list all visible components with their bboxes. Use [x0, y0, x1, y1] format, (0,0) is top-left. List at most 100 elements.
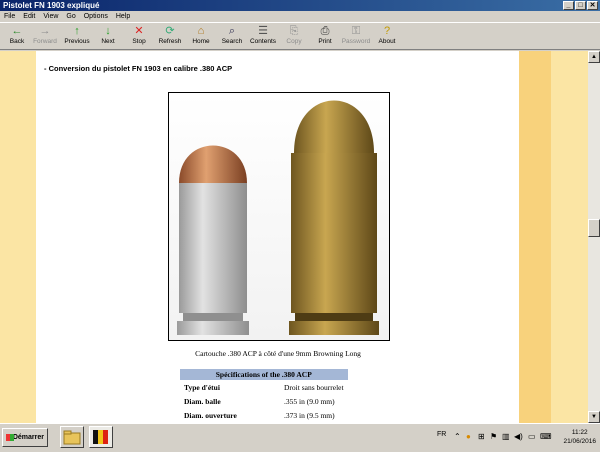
menu-file[interactable]: File	[0, 11, 19, 22]
language-indicator[interactable]: FR	[437, 431, 446, 438]
search-label: Search	[221, 38, 243, 45]
scroll-thumb[interactable]	[588, 219, 600, 237]
window-title: Pistolet FN 1903 expliqué	[3, 1, 100, 10]
spec-table-header: Spécifications of the .380 ACP	[180, 369, 348, 380]
copy-icon: ⎘	[289, 25, 299, 37]
vertical-scrollbar[interactable]: ▲ ▼	[588, 51, 600, 423]
cartridge-photo	[168, 92, 390, 341]
brass-extractor-groove	[295, 313, 373, 321]
toolbar: ← Back → Forward ↑ Previous ↓ Next ✕ Sto…	[0, 22, 600, 50]
copy-button[interactable]: ⎘ Copy	[277, 24, 311, 50]
password-label: Password	[341, 38, 371, 45]
close-button[interactable]: ✕	[587, 1, 598, 10]
clock-date: 21/06/2016	[563, 438, 596, 445]
table-row: Diam. balle .355 in (9.0 mm)	[180, 394, 348, 408]
section-heading: - Conversion du pistolet FN 1903 en cali…	[44, 64, 233, 73]
clock-time: 11:22	[571, 429, 588, 436]
windows-tray-icon[interactable]: ⊞	[478, 432, 485, 441]
spec-key: Diam. ouverture	[184, 410, 237, 420]
search-button[interactable]: ⌕ Search	[215, 24, 249, 50]
menu-bar: File Edit View Go Options Help	[0, 11, 600, 22]
input-method-icon[interactable]: ⌨	[540, 432, 552, 441]
previous-button[interactable]: ↑ Previous	[60, 24, 94, 50]
clock[interactable]: 11:22 21/06/2016	[563, 428, 596, 446]
menu-edit[interactable]: Edit	[19, 11, 39, 22]
left-decorative-margin	[0, 51, 36, 423]
help-document-icon	[93, 430, 108, 444]
photo-caption: Cartouche .380 ACP à côté d'une 9mm Brow…	[195, 349, 361, 358]
window-titlebar[interactable]: Pistolet FN 1903 expliqué _ □ ✕	[0, 0, 600, 11]
menu-help[interactable]: Help	[112, 11, 134, 22]
contents-icon: ☰	[258, 25, 268, 37]
notification-icon[interactable]: ▭	[528, 432, 536, 441]
print-button[interactable]: ⎙ Print	[308, 24, 342, 50]
show-hidden-icons-icon[interactable]: ⌃	[454, 432, 461, 441]
windows-logo-icon	[6, 434, 14, 441]
scroll-up-button[interactable]: ▲	[588, 51, 600, 63]
table-row: Diam. ouverture .373 in (9.5 mm)	[180, 408, 348, 422]
app-tray-icon[interactable]: ●	[466, 432, 471, 441]
refresh-label: Refresh	[158, 38, 182, 45]
about-button[interactable]: ? About	[370, 24, 404, 50]
home-label: Home	[192, 38, 210, 45]
cartridges-illustration	[177, 100, 379, 335]
taskbar-help-viewer-button[interactable]	[89, 426, 113, 448]
down-arrow-icon: ↓	[105, 25, 111, 37]
stop-label: Stop	[132, 38, 146, 45]
menu-go[interactable]: Go	[62, 11, 79, 22]
minimize-button[interactable]: _	[563, 1, 574, 10]
spec-value: .373 in (9.5 mm)	[284, 410, 335, 420]
menu-options[interactable]: Options	[80, 11, 112, 22]
case-rim	[177, 321, 249, 335]
printer-icon: ⎙	[320, 25, 330, 37]
folder-icon	[63, 430, 81, 445]
taskbar-explorer-button[interactable]	[60, 426, 84, 448]
help-icon: ?	[383, 25, 391, 37]
brass-case	[291, 153, 377, 313]
volume-icon[interactable]: ◀)	[514, 432, 523, 441]
spec-key: Type d'étui	[184, 382, 220, 392]
menu-view[interactable]: View	[39, 11, 62, 22]
flag-tray-icon[interactable]: ⚑	[490, 432, 497, 441]
case-extractor-groove	[183, 313, 243, 321]
start-button[interactable]: Démarrer	[2, 428, 48, 447]
taskbar: Démarrer FR ⌃ ● ⊞ ⚑ ▥ ◀) ▭ ⌨ 11:22 21/06…	[0, 423, 600, 450]
about-label: About	[378, 38, 396, 45]
contents-label: Contents	[249, 38, 277, 45]
table-row: Type d'étui Droit sans bourrelet	[180, 380, 348, 394]
forward-arrow-icon: →	[39, 25, 51, 37]
system-tray: FR ⌃ ● ⊞ ⚑ ▥ ◀) ▭ ⌨ 11:22 21/06/2016	[434, 427, 598, 447]
triangle-down-icon: ▼	[591, 414, 597, 420]
brass-bullet	[294, 100, 374, 153]
forward-button[interactable]: → Forward	[28, 24, 62, 50]
spec-value: Droit sans bourrelet	[284, 382, 344, 392]
previous-label: Previous	[64, 38, 90, 45]
key-icon: ⚿	[351, 25, 361, 37]
back-label: Back	[9, 38, 25, 45]
refresh-button[interactable]: ⟳ Refresh	[153, 24, 187, 50]
maximize-button[interactable]: □	[575, 1, 586, 10]
spec-key: Diam. balle	[184, 396, 221, 406]
scroll-down-button[interactable]: ▼	[588, 411, 600, 423]
home-button[interactable]: ⌂ Home	[184, 24, 218, 50]
document-view[interactable]: - Conversion du pistolet FN 1903 en cali…	[0, 51, 588, 423]
triangle-up-icon: ▲	[591, 54, 597, 60]
spec-value: .355 in (9.0 mm)	[284, 396, 335, 406]
brass-rim	[289, 321, 379, 335]
home-icon: ⌂	[197, 25, 205, 37]
copy-label: Copy	[286, 38, 302, 45]
contents-button[interactable]: ☰ Contents	[246, 24, 280, 50]
refresh-icon: ⟳	[165, 25, 175, 37]
specifications-table: Spécifications of the .380 ACP Type d'ét…	[180, 369, 348, 422]
password-button[interactable]: ⚿ Password	[339, 24, 373, 50]
stop-icon: ✕	[134, 25, 144, 37]
aluminium-case	[179, 183, 247, 313]
start-label: Démarrer	[12, 434, 44, 441]
copper-bullet	[179, 145, 247, 183]
network-icon[interactable]: ▥	[502, 432, 510, 441]
next-button[interactable]: ↓ Next	[91, 24, 125, 50]
forward-label: Forward	[33, 38, 57, 45]
right-decorative-margin	[519, 51, 588, 423]
stop-button[interactable]: ✕ Stop	[122, 24, 156, 50]
next-label: Next	[101, 38, 115, 45]
